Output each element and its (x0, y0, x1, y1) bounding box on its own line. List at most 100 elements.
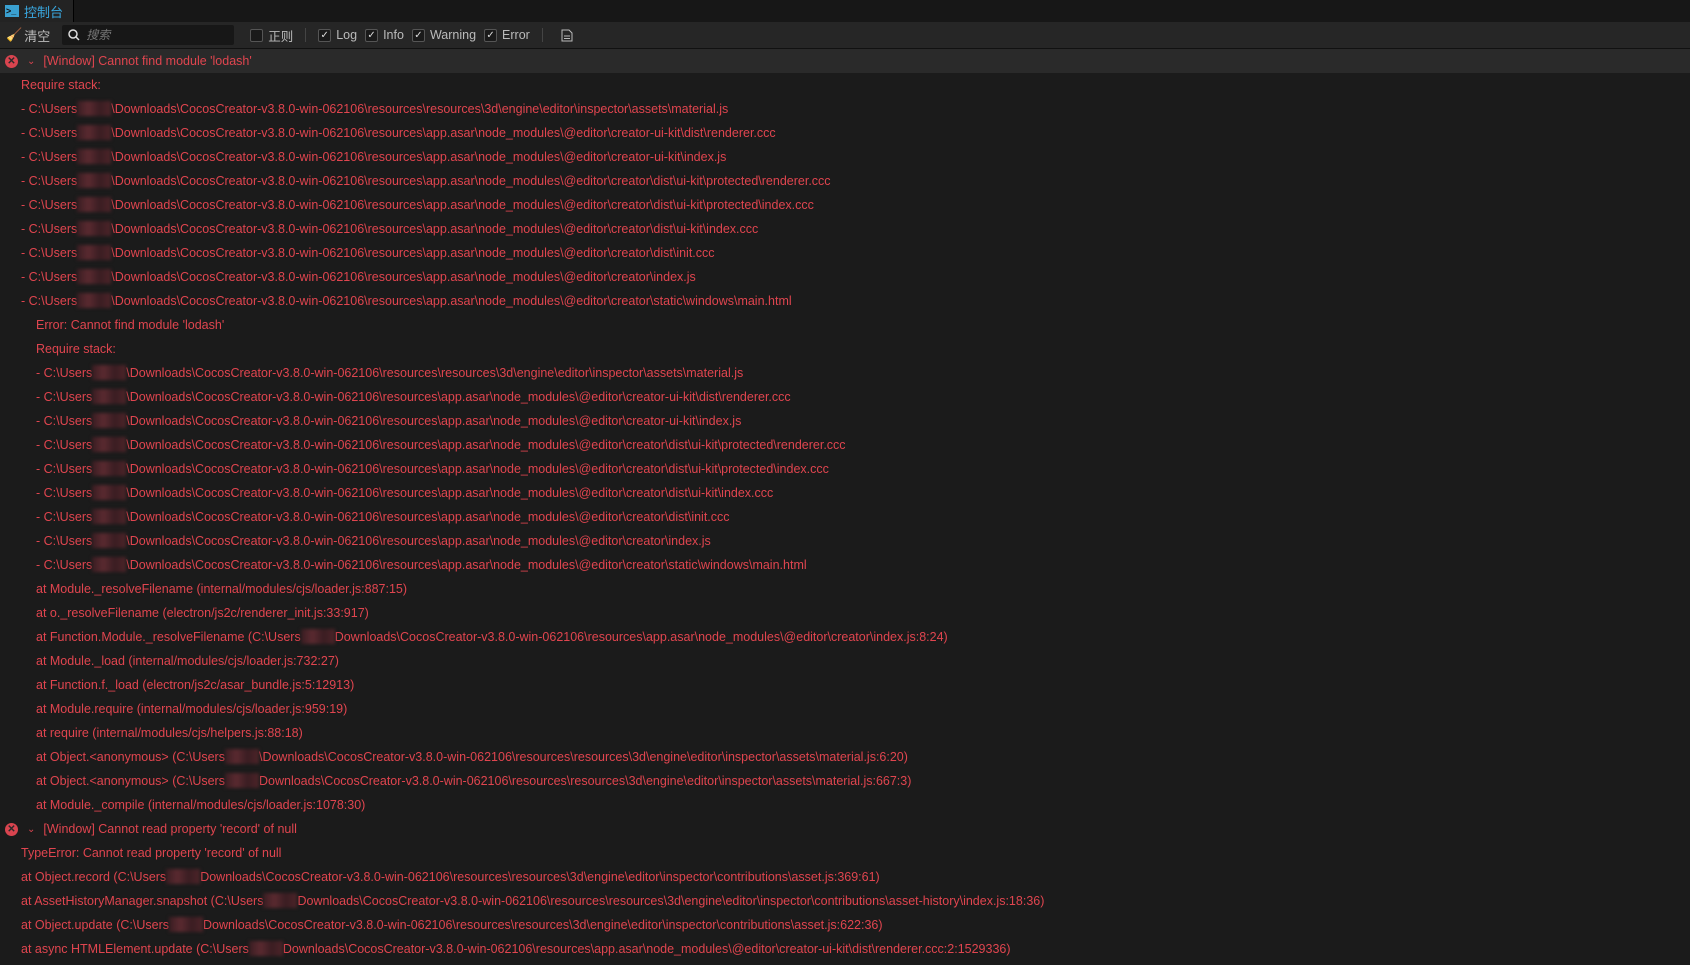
log-line: - C:\Users \Downloads\CocosCreator-v3.8.0… (0, 145, 1690, 169)
path-suffix: \Downloads\CocosCreator-v3.8.0-win-06210… (111, 294, 792, 308)
search-input[interactable] (86, 28, 227, 42)
redacted-username (77, 125, 112, 140)
log-text: TypeError: Cannot read property 'record'… (21, 846, 282, 860)
log-line: - C:\Users \Downloads\CocosCreator-v3.8.0… (0, 121, 1690, 145)
redacted-username (77, 245, 112, 260)
log-text: at Module._load (internal/modules/cjs/lo… (36, 654, 339, 668)
filter-log-checkbox[interactable]: ✓ Log (318, 28, 357, 42)
log-line: at async HTMLElement.update (C:\Users Dow… (0, 937, 1690, 961)
console-log[interactable]: ✕ ⌄ [Window] Cannot find module 'lodash' Re… (0, 49, 1690, 964)
log-line: - C:\Users \Downloads\CocosCreator-v3.8.0… (0, 553, 1690, 577)
path-prefix: - C:\Users (36, 366, 93, 380)
log-text: Error: Cannot find module 'lodash' (36, 318, 225, 332)
log-line: at Object.<anonymous> (C:\Users \Download… (0, 745, 1690, 769)
tab-label: 控制台 (24, 4, 64, 20)
path-suffix: \Downloads\CocosCreator-v3.8.0-win-06210… (126, 438, 846, 452)
path-prefix: - C:\Users (36, 486, 93, 500)
redacted-username (77, 173, 112, 188)
path-suffix: \Downloads\CocosCreator-v3.8.0-win-06210… (111, 126, 776, 140)
broom-icon: 🧹 (6, 27, 23, 42)
error-title: [Window] Cannot read property 'record' o… (43, 822, 297, 836)
path-prefix: - C:\Users (21, 270, 78, 284)
path-prefix: at Object.update (C:\Users (21, 918, 169, 932)
path-suffix: \Downloads\CocosCreator-v3.8.0-win-06210… (111, 102, 729, 116)
redacted-username (77, 197, 112, 212)
log-text: at o._resolveFilename (electron/js2c/ren… (36, 606, 369, 620)
redacted-username (92, 485, 127, 500)
path-prefix: - C:\Users (36, 534, 93, 548)
log-line: at Function.f._load (electron/js2c/asar_… (0, 673, 1690, 697)
checkmark-icon: ✓ (484, 28, 498, 42)
log-line: - C:\Users \Downloads\CocosCreator-v3.8.0… (0, 289, 1690, 313)
log-line: - C:\Users \Downloads\CocosCreator-v3.8.0… (0, 505, 1690, 529)
redacted-username (248, 941, 283, 956)
path-suffix: \Downloads\CocosCreator-v3.8.0-win-06210… (126, 366, 744, 380)
path-suffix: \Downloads\CocosCreator-v3.8.0-win-06210… (111, 198, 814, 212)
path-suffix: Downloads\CocosCreator-v3.8.0-win-062106… (258, 774, 912, 788)
chevron-down-icon[interactable]: ⌄ (27, 56, 35, 67)
error-icon: ✕ (5, 822, 18, 836)
path-suffix: Downloads\CocosCreator-v3.8.0-win-062106… (202, 918, 883, 932)
path-prefix: - C:\Users (36, 438, 93, 452)
error-title: [Window] Cannot find module 'lodash' (43, 54, 252, 68)
log-text: Require stack: (36, 342, 116, 356)
path-prefix: - C:\Users (21, 222, 78, 236)
filter-warning-checkbox[interactable]: ✓ Warning (411, 28, 476, 42)
path-prefix: at Object.<anonymous> (C:\Users (36, 774, 225, 788)
redacted-username (92, 557, 127, 572)
log-line: - C:\Users \Downloads\CocosCreator-v3.8.0… (0, 265, 1690, 289)
path-suffix: \Downloads\CocosCreator-v3.8.0-win-06210… (126, 510, 730, 524)
chevron-down-icon[interactable]: ⌄ (27, 824, 35, 835)
log-line: at Module._compile (internal/modules/cjs… (0, 793, 1690, 817)
log-line: - C:\Users \Downloads\CocosCreator-v3.8.0… (0, 97, 1690, 121)
redacted-username (92, 365, 127, 380)
log-text: at Module.require (internal/modules/cjs/… (36, 702, 348, 716)
path-suffix: \Downloads\CocosCreator-v3.8.0-win-06210… (258, 750, 908, 764)
tab-console[interactable]: >_ 控制台 (0, 0, 75, 22)
filter-info-checkbox[interactable]: ✓ Info (365, 28, 404, 42)
path-prefix: - C:\Users (36, 462, 93, 476)
log-line: - C:\Users \Downloads\CocosCreator-v3.8.0… (0, 217, 1690, 241)
regex-checkbox[interactable]: 正则 (250, 26, 293, 45)
log-text: at require (internal/modules/cjs/helpers… (36, 726, 303, 740)
log-line: at Module.require (internal/modules/cjs/… (0, 697, 1690, 721)
log-text: Require stack: (21, 78, 101, 92)
redacted-username (77, 293, 112, 308)
log-line: at o._resolveFilename (electron/js2c/ren… (0, 601, 1690, 625)
filter-error-checkbox[interactable]: ✓ Error (484, 28, 530, 42)
log-line: - C:\Users \Downloads\CocosCreator-v3.8.0… (0, 241, 1690, 265)
error-group-header[interactable]: ✕ ⌄ [Window] Cannot find module 'lodash' (0, 49, 1690, 73)
path-suffix: \Downloads\CocosCreator-v3.8.0-win-06210… (126, 486, 774, 500)
search-box (62, 25, 235, 45)
path-suffix: \Downloads\CocosCreator-v3.8.0-win-06210… (111, 246, 715, 260)
log-text: at Module._compile (internal/modules/cjs… (36, 798, 366, 812)
redacted-username (300, 629, 335, 644)
path-suffix: Downloads\CocosCreator-v3.8.0-win-062106… (297, 894, 1045, 908)
path-prefix: - C:\Users (36, 558, 93, 572)
path-prefix: at Object.record (C:\Users (21, 870, 167, 884)
path-prefix: - C:\Users (21, 126, 78, 140)
path-prefix: at async HTMLElement.update (C:\Users (21, 942, 249, 956)
clear-button[interactable]: 🧹 清空 (6, 26, 50, 45)
path-prefix: - C:\Users (21, 174, 78, 188)
redacted-username (77, 101, 112, 116)
redacted-username (92, 389, 127, 404)
redacted-username (224, 773, 259, 788)
path-suffix: \Downloads\CocosCreator-v3.8.0-win-06210… (111, 270, 696, 284)
path-prefix: at Object.<anonymous> (C:\Users (36, 750, 225, 764)
redacted-username (77, 269, 112, 284)
path-prefix: - C:\Users (21, 246, 78, 260)
error-group-header[interactable]: ✕ ⌄ [Window] Cannot read property 'record'… (0, 817, 1690, 841)
path-prefix: - C:\Users (21, 150, 78, 164)
path-prefix: at AssetHistoryManager.snapshot (C:\User… (21, 894, 264, 908)
path-suffix: \Downloads\CocosCreator-v3.8.0-win-06210… (111, 150, 727, 164)
tab-bar: >_ 控制台 (0, 0, 1690, 22)
path-suffix: \Downloads\CocosCreator-v3.8.0-win-06210… (126, 414, 742, 428)
path-suffix: \Downloads\CocosCreator-v3.8.0-win-06210… (126, 390, 791, 404)
path-suffix: Downloads\CocosCreator-v3.8.0-win-062106… (282, 942, 1011, 956)
path-prefix: - C:\Users (36, 390, 93, 404)
path-suffix: \Downloads\CocosCreator-v3.8.0-win-06210… (111, 222, 759, 236)
log-file-icon[interactable] (561, 29, 573, 42)
log-line: at Object.<anonymous> (C:\Users Downloads… (0, 769, 1690, 793)
regex-label: 正则 (268, 29, 294, 44)
